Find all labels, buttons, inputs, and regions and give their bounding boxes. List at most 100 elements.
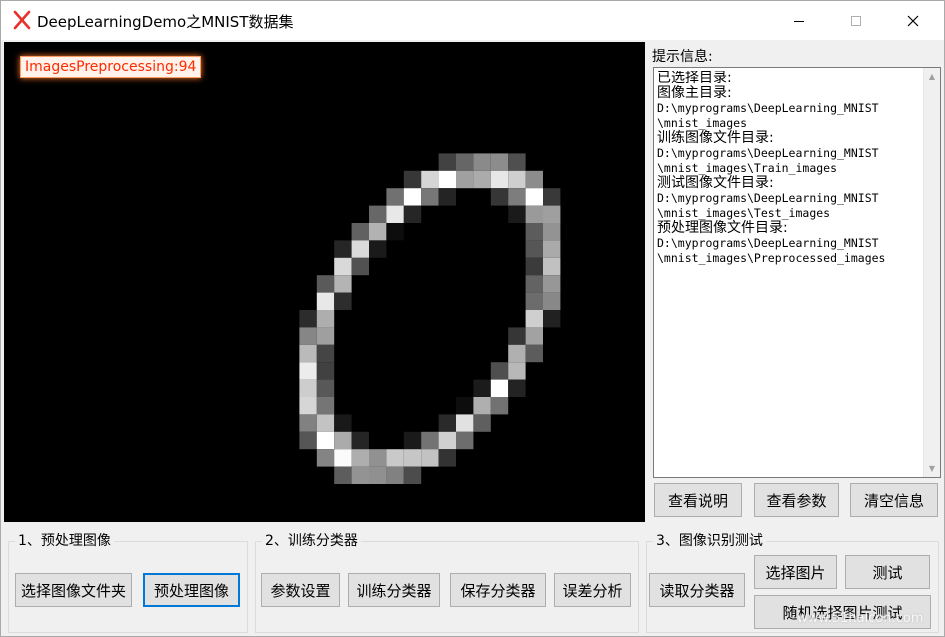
digit-pixel (334, 240, 352, 258)
digit-pixel (508, 379, 526, 397)
digit-pixel (543, 310, 561, 328)
digit-pixel (473, 379, 491, 397)
digit-pixel (316, 397, 335, 415)
digit-pixel (490, 397, 509, 415)
digit-pixel (473, 397, 491, 415)
info-line: \mnist_images\Test_images (657, 206, 831, 220)
select-image-folder-button[interactable]: 选择图像文件夹 (15, 573, 132, 607)
info-line: 图像主目录: (657, 85, 732, 101)
minimize-button[interactable] (776, 1, 822, 40)
error-analysis-button[interactable]: 误差分析 (554, 573, 631, 607)
digit-pixel (316, 292, 335, 310)
train-classifier-button[interactable]: 训练分类器 (348, 573, 440, 607)
digit-pixel (508, 153, 526, 171)
read-classifier-button[interactable]: 读取分类器 (649, 573, 745, 607)
digit-pixel (473, 153, 491, 171)
info-line: 测试图像文件目录: (657, 175, 774, 191)
info-scrollbar[interactable]: ▲ ▼ (923, 68, 940, 477)
digit-pixel (508, 170, 526, 189)
info-line: D:\myprograms\DeepLearning_MNIST (657, 191, 879, 205)
digit-pixel (316, 310, 335, 328)
digit-pixel (490, 188, 509, 206)
digit-pixel (316, 379, 335, 397)
digit-pixel (438, 431, 456, 450)
digit-pixel (351, 240, 369, 258)
preprocess-images-button[interactable]: 预处理图像 (143, 573, 240, 607)
info-caption: 提示信息: (652, 49, 713, 65)
digit-pixel (334, 431, 352, 450)
group-preprocess-title: 1、预处理图像 (15, 532, 114, 550)
digit-pixel (386, 466, 404, 484)
digit-pixel (456, 170, 474, 189)
digit-pixel (525, 275, 543, 293)
app-window: DeepLearningDemo之MNIST数据集 ImagesPreproce… (0, 0, 945, 637)
digit-pixel (369, 449, 387, 467)
digit-pixel (369, 205, 387, 223)
close-icon (907, 15, 919, 26)
group-train-title: 2、训练分类器 (262, 532, 361, 550)
digit-pixel (543, 257, 561, 276)
select-image-button[interactable]: 选择图片 (754, 555, 837, 589)
digit-pixel (299, 327, 317, 345)
digit-pixel (334, 257, 352, 276)
digit-pixel (508, 362, 526, 380)
digit-pixel (525, 292, 543, 310)
digit-pixel (403, 205, 422, 223)
info-textbox[interactable]: 已选择目录: 图像主目录: D:\myprograms\DeepLearning_M… (653, 67, 941, 478)
scroll-down-arrow-icon[interactable]: ▼ (924, 460, 940, 477)
digit-pixel (543, 188, 561, 206)
digit-pixel (316, 449, 335, 467)
info-line: 训练图像文件目录: (657, 130, 774, 146)
view-params-button[interactable]: 查看参数 (754, 483, 839, 517)
digit-pixel (508, 205, 526, 223)
maximize-button[interactable] (833, 1, 879, 40)
digit-pixel (316, 275, 335, 293)
digit-pixel (369, 240, 387, 258)
digit-pixel (403, 466, 422, 484)
digit-pixel (316, 362, 335, 380)
digit-pixel (473, 414, 491, 432)
digit-pixel (456, 153, 474, 171)
param-settings-button[interactable]: 参数设置 (261, 573, 340, 607)
digit-pixel (543, 223, 561, 241)
info-line: \mnist_images (657, 116, 748, 130)
window-title: DeepLearningDemo之MNIST数据集 (37, 13, 294, 31)
image-display-canvas[interactable]: ImagesPreprocessing:94 (4, 42, 645, 522)
scroll-up-arrow-icon[interactable]: ▲ (924, 68, 940, 85)
info-line: \mnist_images\Preprocessed_images (657, 251, 886, 265)
digit-pixel (525, 240, 543, 258)
test-button[interactable]: 测试 (845, 555, 930, 589)
digit-pixel (438, 170, 456, 189)
digit-pixel (421, 449, 439, 467)
info-text-content: 已选择目录: 图像主目录: D:\myprograms\DeepLearning_M… (657, 71, 919, 474)
digit-pixel (299, 362, 317, 380)
digit-pixel (525, 205, 543, 223)
digit-pixel (403, 188, 422, 206)
digit-pixel (351, 449, 369, 467)
digit-pixel (490, 362, 509, 380)
digit-pixel (299, 310, 317, 328)
digit-pixel (421, 431, 439, 450)
view-help-button[interactable]: 查看说明 (654, 483, 742, 517)
digit-pixel (299, 344, 317, 363)
digit-pixel (438, 449, 456, 467)
digit-pixel (369, 466, 387, 484)
digit-pixel (438, 414, 456, 432)
digit-pixel (490, 170, 509, 189)
close-button[interactable] (890, 1, 936, 40)
digit-pixel (386, 223, 404, 241)
digit-pixel (456, 414, 474, 432)
digit-pixel (438, 188, 456, 206)
digit-pixel (508, 344, 526, 363)
digit-pixel (386, 449, 404, 467)
save-classifier-button[interactable]: 保存分类器 (450, 573, 546, 607)
digit-pixel (316, 414, 335, 432)
title-bar[interactable]: DeepLearningDemo之MNIST数据集 (1, 1, 944, 40)
digit-pixel (525, 310, 543, 328)
digit-pixel (299, 414, 317, 432)
digit-pixel (490, 153, 509, 171)
digit-pixel (508, 188, 526, 206)
digit-pixel (421, 188, 439, 206)
info-line: D:\myprograms\DeepLearning_MNIST (657, 101, 879, 115)
clear-info-button[interactable]: 清空信息 (850, 483, 938, 517)
